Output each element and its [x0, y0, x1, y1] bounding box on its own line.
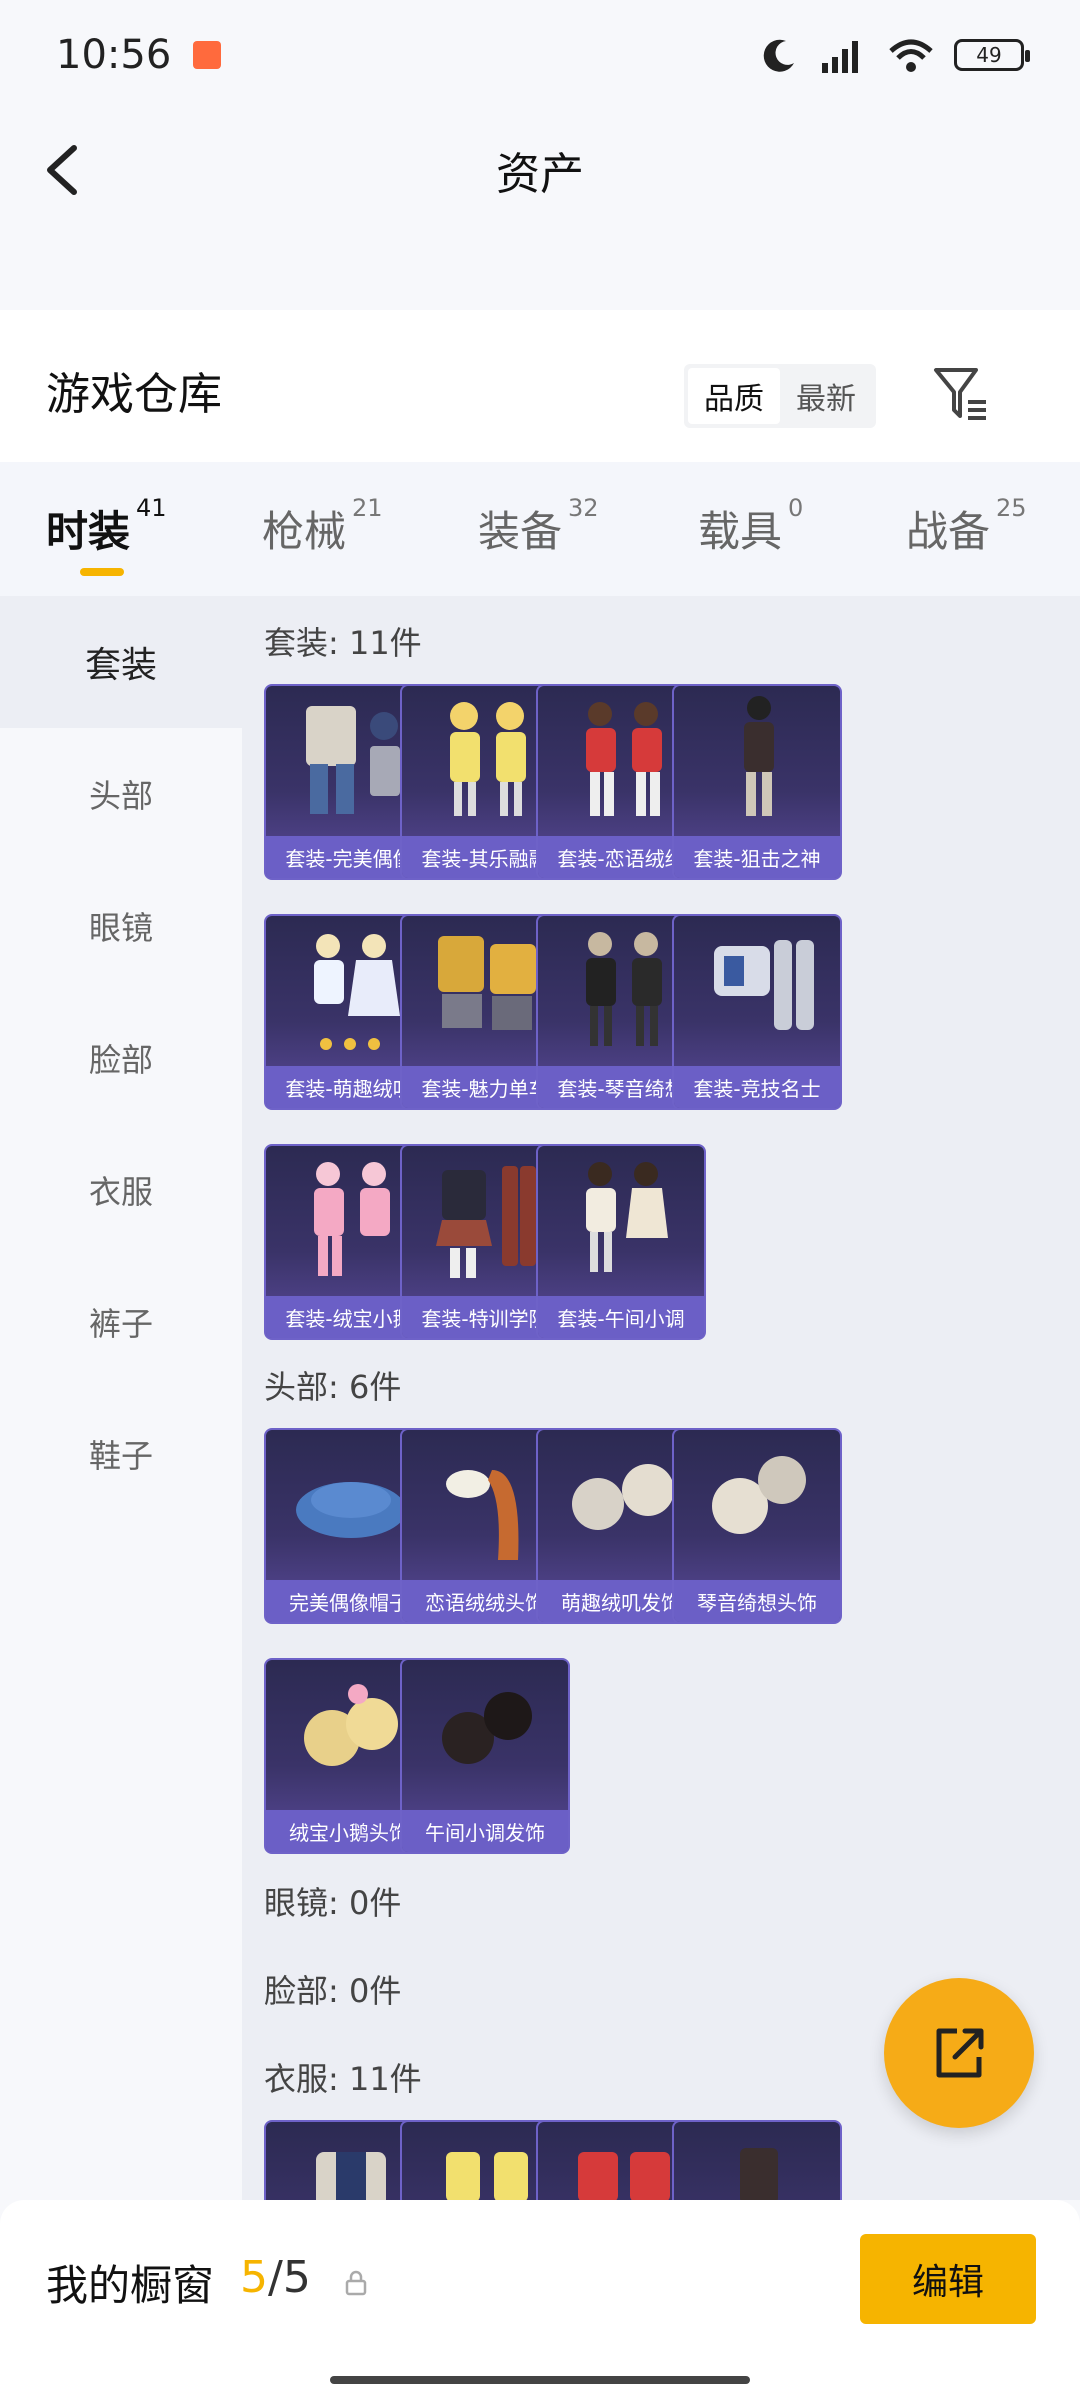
- tab-count: 21: [352, 494, 383, 522]
- page-title: 资产: [496, 149, 584, 200]
- menu-item-head[interactable]: 头部: [0, 728, 242, 860]
- tab-vehicles[interactable]: 载具 0: [698, 494, 803, 559]
- menu-item-clothes[interactable]: 衣服: [0, 1124, 242, 1256]
- battery-icon: 49: [954, 39, 1030, 71]
- back-arrow-icon[interactable]: [40, 140, 100, 200]
- left-category-menu: 套装 头部 眼镜 脸部 衣服 裤子 鞋子: [0, 596, 242, 2200]
- outfit-icon: [714, 940, 814, 1030]
- category-tabs: 时装 41 枪械 21 装备 32 载具 0 战备 25: [0, 462, 1080, 596]
- section-label-suit: 套装: 11件: [264, 624, 422, 662]
- lock-icon: [345, 2270, 367, 2296]
- item-card[interactable]: [672, 2120, 842, 2200]
- home-indicator: [330, 2376, 750, 2384]
- item-card[interactable]: 套装-狙击之神: [672, 684, 842, 880]
- section-label-clothes: 衣服: 11件: [264, 2060, 422, 2098]
- section-label-head: 头部: 6件: [264, 1368, 402, 1406]
- item-card[interactable]: 套装-竞技名士: [672, 914, 842, 1110]
- item-name: 套装-午间小调: [538, 1296, 704, 1338]
- menu-item-suit[interactable]: 套装: [0, 596, 242, 728]
- outfit-icon: [586, 1162, 668, 1272]
- active-tab-indicator: [80, 568, 124, 576]
- section-label-face: 脸部: 0件: [264, 1972, 402, 2010]
- battery-level: 49: [976, 43, 1002, 67]
- outfit-icon: [740, 2148, 778, 2200]
- sort-newest-button[interactable]: 最新: [780, 368, 872, 424]
- moon-icon: [763, 39, 794, 72]
- menu-item-face[interactable]: 脸部: [0, 992, 242, 1124]
- status-bar: 10:56 49: [0, 0, 1080, 110]
- tab-count: 0: [788, 494, 804, 522]
- tab-fashion[interactable]: 时装 41: [46, 494, 167, 576]
- item-card[interactable]: 午间小调发饰: [400, 1658, 570, 1854]
- tab-count: 41: [136, 494, 167, 522]
- tab-label: 时装: [46, 507, 131, 556]
- tab-label: 载具: [698, 507, 783, 556]
- signal-icon: [822, 41, 858, 73]
- item-card[interactable]: 套装-午间小调: [536, 1144, 706, 1340]
- status-time: 10:56: [56, 32, 172, 78]
- showcase-count-current: 5: [240, 2252, 268, 2303]
- item-grid-area: 套装: 11件 套装-完美偶像 套装-其乐融融 套装-恋语绒绒 套装-狙击之神 …: [242, 596, 1080, 2200]
- item-name: 套装-竞技名士: [674, 1066, 840, 1108]
- outfit-icon: [744, 696, 774, 816]
- showcase-count-total: /5: [268, 2252, 311, 2303]
- tab-label: 枪械: [262, 507, 347, 556]
- tab-count: 25: [996, 494, 1027, 522]
- showcase-title: 我的橱窗: [46, 2261, 215, 2310]
- warehouse-header: 游戏仓库 品质 最新: [0, 310, 1080, 470]
- tab-count: 32: [568, 494, 599, 522]
- item-name: 午间小调发饰: [402, 1810, 568, 1852]
- item-name: 套装-狙击之神: [674, 836, 840, 878]
- menu-item-pants[interactable]: 裤子: [0, 1256, 242, 1388]
- wifi-icon: [889, 39, 933, 72]
- sort-quality-button[interactable]: 品质: [688, 368, 780, 424]
- tab-equipment[interactable]: 装备 32: [478, 494, 599, 559]
- showcase-count: 5/5: [240, 2252, 311, 2303]
- showcase-bar: 我的橱窗 5/5 编辑: [0, 2200, 1080, 2400]
- notification-icon: [193, 41, 222, 69]
- item-name: 琴音绮想头饰: [674, 1580, 840, 1622]
- top-header: 资产: [0, 110, 1080, 230]
- share-button[interactable]: [884, 1978, 1034, 2128]
- edit-button[interactable]: 编辑: [860, 2234, 1036, 2324]
- warehouse-title: 游戏仓库: [46, 369, 222, 420]
- tab-battle-prep[interactable]: 战备 25: [906, 494, 1027, 559]
- menu-item-shoes[interactable]: 鞋子: [0, 1388, 242, 1520]
- tab-guns[interactable]: 枪械 21: [262, 494, 383, 559]
- tab-label: 战备: [906, 507, 991, 556]
- share-icon: [936, 2028, 984, 2078]
- hair-icon: [712, 1456, 806, 1534]
- menu-item-glasses[interactable]: 眼镜: [0, 860, 242, 992]
- sort-toggle: 品质 最新: [684, 364, 876, 428]
- hair-icon: [442, 1692, 532, 1764]
- section-label-glasses: 眼镜: 0件: [264, 1884, 402, 1922]
- item-card[interactable]: 琴音绮想头饰: [672, 1428, 842, 1624]
- tab-label: 装备: [478, 507, 563, 556]
- filter-icon[interactable]: [930, 362, 994, 426]
